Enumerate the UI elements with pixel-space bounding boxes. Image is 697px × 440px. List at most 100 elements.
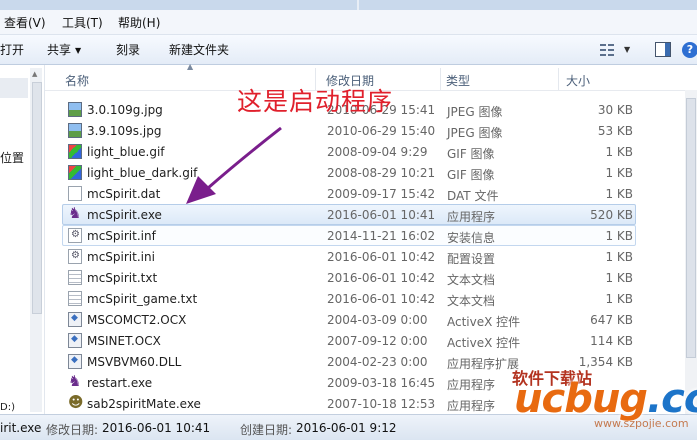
file-type: 配置设置	[447, 252, 496, 266]
blank-file-icon	[68, 186, 82, 201]
file-type: 文本文档	[447, 294, 496, 308]
file-name: MSVBVM60.DLL	[87, 355, 182, 369]
file-size: 1 KB	[605, 187, 633, 201]
file-modified: 2004-03-09 0:00	[327, 313, 428, 327]
file-name: MSCOMCT2.OCX	[87, 313, 187, 327]
sab-app-icon	[68, 393, 84, 411]
file-type: ActiveX 控件	[447, 315, 521, 329]
activex-icon	[68, 333, 82, 348]
file-size: 114 KB	[590, 334, 633, 348]
file-row[interactable]: mcSpirit.dat 2009-09-17 15:42 DAT 文件 1 KB	[62, 183, 636, 204]
window-top-edge	[0, 0, 697, 10]
file-modified: 2007-10-18 12:53	[327, 397, 436, 411]
preview-pane-icon[interactable]	[655, 42, 671, 57]
file-modified: 2014-11-21 16:02	[327, 229, 436, 243]
status-created-value: 2016-06-01 9:12	[296, 421, 397, 435]
sort-ascending-icon: ▲	[187, 62, 194, 71]
watermark-logo-suffix: .cc	[646, 376, 697, 422]
nav-location-label[interactable]: 位置	[0, 149, 24, 166]
nav-scrollbar-thumb[interactable]	[32, 82, 42, 314]
file-type: 应用程序	[447, 378, 496, 392]
watermark-logo: ucbug.cc	[514, 376, 697, 422]
file-type: JPEG 图像	[447, 105, 503, 119]
file-row[interactable]: MSCOMCT2.OCX 2004-03-09 0:00 ActiveX 控件 647…	[62, 309, 636, 330]
chevron-down-icon: ▼	[75, 46, 82, 55]
file-size: 30 KB	[597, 103, 633, 117]
gif-icon	[68, 165, 82, 180]
menu-bar: 查看(V) 工具(T) 帮助(H)	[0, 10, 697, 35]
image-icon	[68, 102, 82, 117]
settings-file-icon	[68, 228, 82, 243]
file-modified: 2009-09-17 15:42	[327, 187, 436, 201]
file-list-scrollbar-thumb[interactable]	[686, 98, 696, 358]
status-filename: irit.exe	[0, 421, 42, 435]
column-name[interactable]: 名称	[65, 72, 89, 89]
activex-icon	[68, 354, 82, 369]
file-type: ActiveX 控件	[447, 336, 521, 350]
nav-selected-item[interactable]	[0, 78, 28, 98]
file-type: GIF 图像	[447, 147, 495, 161]
file-type: GIF 图像	[447, 168, 495, 182]
file-row[interactable]: mcSpirit.exe 2016-06-01 10:41 应用程序 520 KB	[62, 204, 636, 225]
menu-view[interactable]: 查看(V)	[4, 14, 46, 31]
file-name: light_blue_dark.gif	[87, 166, 198, 180]
file-name: mcSpirit.inf	[87, 229, 156, 243]
column-divider[interactable]	[440, 68, 441, 90]
file-name: 3.9.109s.jpg	[87, 124, 162, 138]
menu-help[interactable]: 帮助(H)	[118, 14, 160, 31]
nav-scroll-up-icon[interactable]: ▲	[32, 70, 37, 78]
nav-drive-label[interactable]: D:)	[0, 402, 15, 413]
top-edge-divider	[357, 0, 359, 10]
share-label: 共享	[47, 43, 72, 57]
file-size: 1 KB	[605, 229, 633, 243]
file-type: 文本文档	[447, 273, 496, 287]
file-modified: 2010-06-29 15:40	[327, 124, 436, 138]
help-icon[interactable]: ?	[682, 42, 697, 58]
file-row[interactable]: 3.9.109s.jpg 2010-06-29 15:40 JPEG 图像 53 KB	[62, 120, 636, 141]
file-size: 1 KB	[605, 292, 633, 306]
file-row[interactable]: light_blue.gif 2008-09-04 9:29 GIF 图像 1 KB	[62, 141, 636, 162]
file-size: 1 KB	[605, 271, 633, 285]
file-row[interactable]: light_blue_dark.gif 2008-08-29 10:21 GIF 图…	[62, 162, 636, 183]
column-divider[interactable]	[558, 68, 559, 90]
burn-button[interactable]: 刻录	[116, 41, 140, 58]
app-icon	[68, 372, 82, 390]
command-toolbar: 打开 共享 ▼ 刻录 新建文件夹 ▼ ?	[0, 35, 697, 65]
file-size: 520 KB	[590, 208, 633, 222]
file-type: JPEG 图像	[447, 126, 503, 140]
watermark-logo-main: ucbug	[514, 376, 648, 422]
open-button[interactable]: 打开	[0, 41, 24, 58]
file-size: 1 KB	[605, 145, 633, 159]
column-type[interactable]: 类型	[446, 72, 470, 89]
file-name: mcSpirit.exe	[87, 208, 162, 222]
file-type: 应用程序	[447, 210, 496, 224]
share-button[interactable]: 共享 ▼	[47, 41, 81, 58]
status-modified-value: 2016-06-01 10:41	[102, 421, 211, 435]
file-row[interactable]: mcSpirit.ini 2016-06-01 10:42 配置设置 1 KB	[62, 246, 636, 267]
file-modified: 2007-09-12 0:00	[327, 334, 428, 348]
file-name: mcSpirit_game.txt	[87, 292, 198, 306]
file-row[interactable]: mcSpirit_game.txt 2016-06-01 10:42 文本文档 1 K…	[62, 288, 636, 309]
file-type: DAT 文件	[447, 189, 499, 203]
file-row[interactable]: mcSpirit.inf 2014-11-21 16:02 安装信息 1 KB	[62, 225, 636, 246]
new-folder-button[interactable]: 新建文件夹	[169, 41, 229, 58]
file-name: sab2spiritMate.exe	[87, 397, 201, 411]
file-row[interactable]: MSINET.OCX 2007-09-12 0:00 ActiveX 控件 114 K…	[62, 330, 636, 351]
change-view-icon[interactable]	[600, 44, 614, 56]
file-name: 3.0.109g.jpg	[87, 103, 163, 117]
file-modified: 2016-06-01 10:42	[327, 250, 436, 264]
file-name: mcSpirit.ini	[87, 250, 155, 264]
watermark-url: www.szpojie.com	[594, 417, 689, 430]
file-size: 53 KB	[597, 124, 633, 138]
file-name: restart.exe	[87, 376, 153, 390]
view-options-chevron-icon[interactable]: ▼	[624, 45, 630, 54]
file-name: mcSpirit.dat	[87, 187, 161, 201]
status-created-label: 创建日期:	[240, 423, 293, 437]
annotation-text: 这是启动程序	[237, 87, 394, 116]
column-size[interactable]: 大小	[566, 72, 590, 89]
file-row[interactable]: mcSpirit.txt 2016-06-01 10:42 文本文档 1 KB	[62, 267, 636, 288]
file-modified: 2009-03-18 16:45	[327, 376, 436, 390]
file-modified: 2016-06-01 10:42	[327, 271, 436, 285]
file-type: 应用程序扩展	[447, 357, 520, 371]
menu-tools[interactable]: 工具(T)	[62, 14, 103, 31]
